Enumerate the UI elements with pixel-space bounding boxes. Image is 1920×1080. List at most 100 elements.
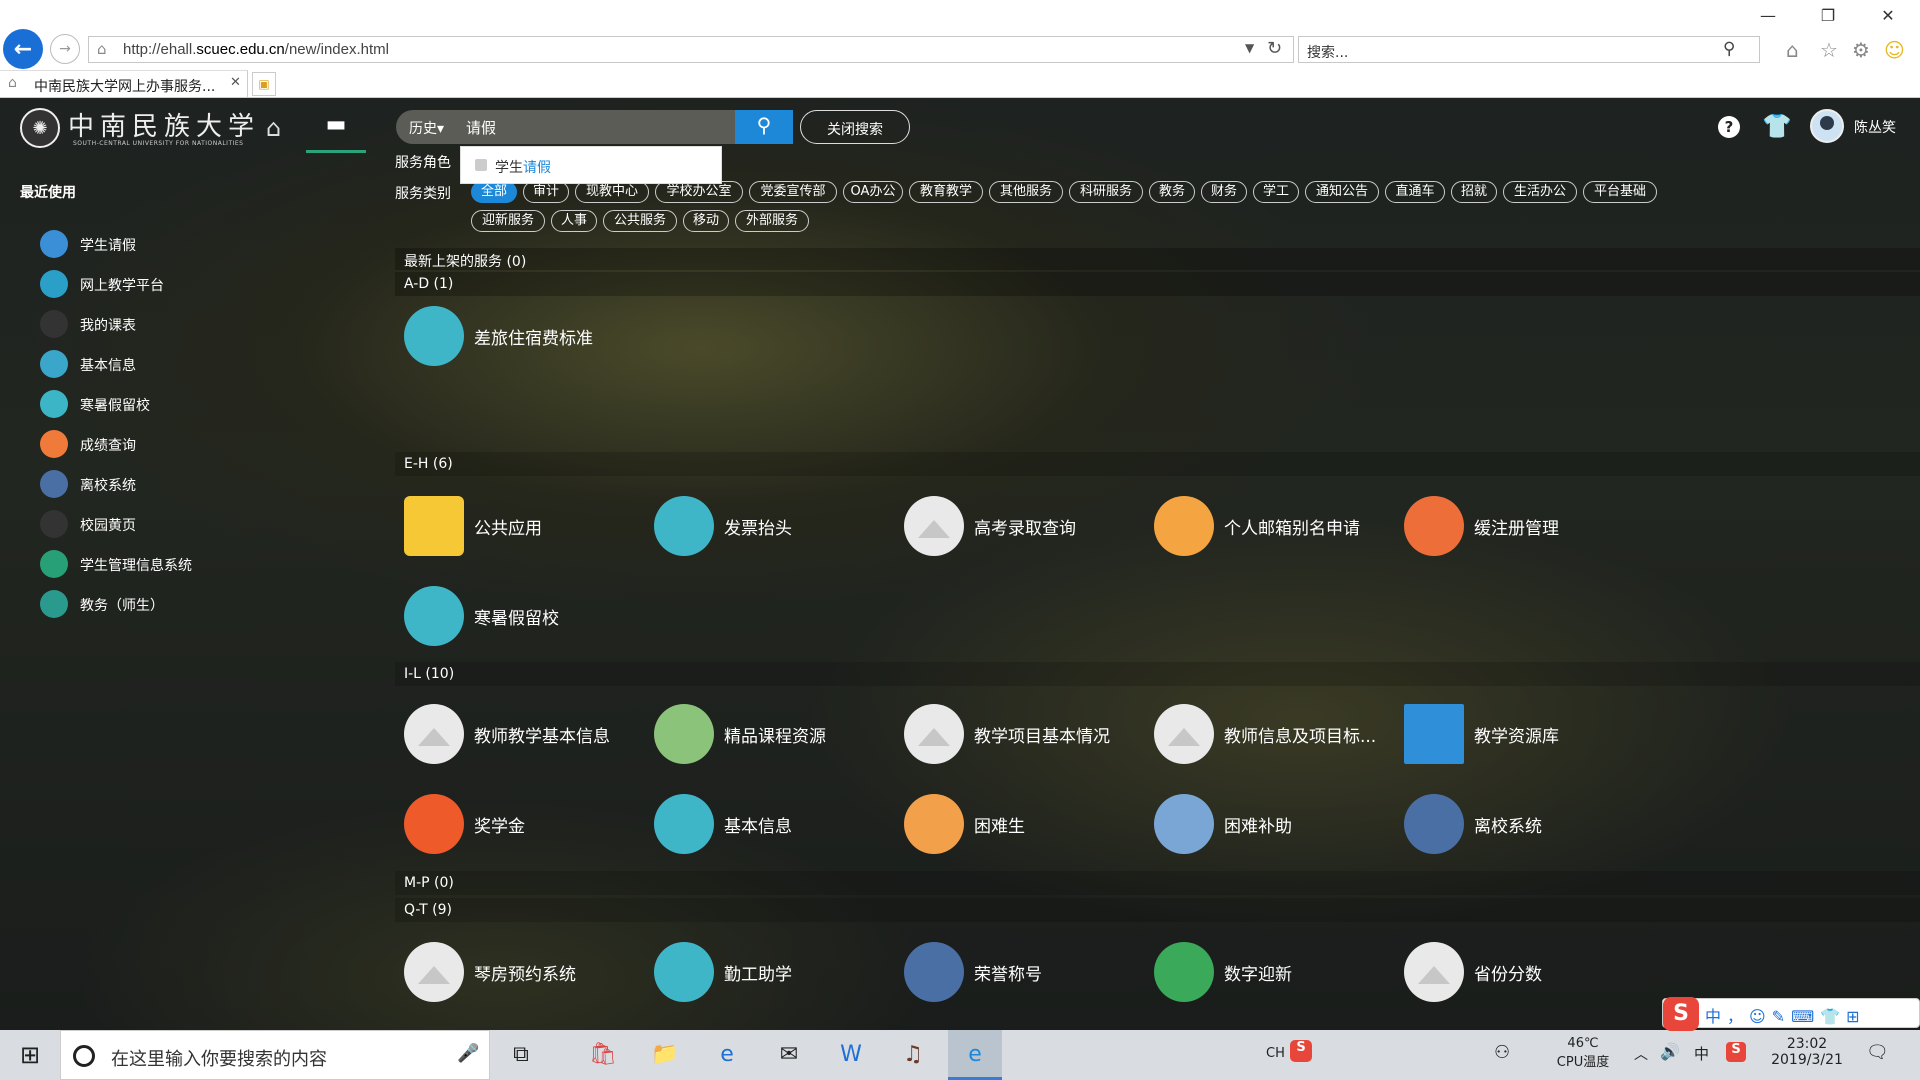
new-tab-icon[interactable]: ▣ [252, 72, 276, 96]
theme-shirt-icon[interactable]: 👕 [1762, 112, 1792, 140]
browser-tab[interactable]: ⌂ 中南民族大学网上办事服务... ✕ [0, 70, 248, 98]
notification-icon[interactable]: 🗨 [1866, 1042, 1889, 1063]
forward-button[interactable]: → [50, 34, 80, 64]
ime-lang[interactable]: 中 [1694, 1043, 1709, 1064]
people-icon[interactable]: ⚇ [1494, 1042, 1510, 1063]
sidebar-item[interactable]: 教务（师生） [40, 588, 360, 620]
sogou-tray-icon[interactable]: S [1290, 1040, 1312, 1062]
clock[interactable]: 23:02 2019/3/21 [1762, 1036, 1852, 1068]
sidebar-item[interactable]: 网上教学平台 [40, 268, 360, 300]
service-tile[interactable]: 缓注册管理 [1404, 494, 1644, 558]
service-tile[interactable]: 琴房预约系统 [404, 940, 644, 1004]
filter-pill[interactable]: 公共服务 [603, 210, 677, 232]
filter-pill[interactable]: 其他服务 [989, 181, 1063, 203]
university-logo-icon[interactable]: ✺ [20, 108, 60, 148]
filter-pill[interactable]: 外部服务 [735, 210, 809, 232]
university-name[interactable]: 中南民族大学 [68, 106, 260, 143]
ime-toolbar[interactable]: S 中，☺✎⌨👕⊞ [1662, 997, 1920, 1031]
filter-pill[interactable]: OA办公 [843, 181, 903, 203]
wps-icon[interactable]: W [824, 1030, 878, 1080]
service-tile[interactable]: 数字迎新 [1154, 940, 1394, 1004]
filter-pill[interactable]: 移动 [683, 210, 729, 232]
filter-pill[interactable]: 招就 [1451, 181, 1497, 203]
filter-pill[interactable]: 审计 [523, 181, 569, 203]
service-tile[interactable]: 困难补助 [1154, 792, 1394, 856]
filter-pill[interactable]: 生活办公 [1503, 181, 1577, 203]
sidebar-item[interactable]: 基本信息 [40, 348, 360, 380]
service-tile[interactable]: 教学资源库 [1404, 702, 1644, 766]
username[interactable]: 陈丛笑 [1854, 117, 1896, 137]
service-tile[interactable]: 发票抬头 [654, 494, 894, 558]
filter-pill[interactable]: 科研服务 [1069, 181, 1143, 203]
service-tile[interactable]: 教师教学基本信息 [404, 702, 644, 766]
filter-pill[interactable]: 党委宣传部 [749, 181, 837, 203]
service-tile[interactable]: 教学项目基本情况 [904, 702, 1144, 766]
nav-desktop-icon[interactable]: ▬ [318, 112, 354, 142]
filter-pill[interactable]: 通知公告 [1305, 181, 1379, 203]
history-dropdown[interactable]: 历史▾ [396, 110, 456, 144]
close-search-button[interactable]: 关闭搜索 [800, 110, 910, 144]
service-tile[interactable]: 奖学金 [404, 792, 644, 856]
taskbar-search-input[interactable]: 在这里输入你要搜索的内容 🎤 [60, 1030, 490, 1080]
filter-pill[interactable]: 教育教学 [909, 181, 983, 203]
search-suggestion[interactable]: 学生请假 [460, 146, 722, 184]
restore-icon[interactable]: ❐ [1808, 6, 1848, 25]
avatar[interactable] [1810, 109, 1844, 143]
windows-start-icon[interactable]: ⊞ [0, 1030, 60, 1080]
sidebar-item[interactable]: 成绩查询 [40, 428, 360, 460]
service-tile[interactable]: 离校系统 [1404, 792, 1644, 856]
service-tile[interactable]: 精品课程资源 [654, 702, 894, 766]
filter-pill[interactable]: 教务 [1149, 181, 1195, 203]
sidebar-item[interactable]: 我的课表 [40, 308, 360, 340]
mail-icon[interactable]: ✉ [762, 1030, 816, 1080]
filter-pill[interactable]: 学校办公室 [655, 181, 743, 203]
filter-pill[interactable]: 现教中心 [575, 181, 649, 203]
back-button[interactable]: ← [3, 29, 43, 69]
settings-gear-icon[interactable]: ⚙ [1852, 38, 1870, 62]
service-tile[interactable]: 差旅住宿费标准 [404, 304, 644, 368]
tray-expand-icon[interactable]: ︿ [1634, 1044, 1648, 1064]
address-bar[interactable]: ⌂ http://ehall.scuec.edu.cn/new/index.ht… [88, 36, 1294, 63]
filter-pill[interactable]: 学工 [1253, 181, 1299, 203]
search-icon[interactable]: ⚲ [1723, 39, 1735, 59]
service-tile[interactable]: 公共应用 [404, 494, 644, 558]
browser-search-input[interactable]: 搜索... ⚲ [1298, 36, 1760, 63]
filter-pill[interactable]: 全部 [471, 181, 517, 203]
edge-icon[interactable]: e [700, 1030, 754, 1080]
sogou-ime-icon[interactable]: S [1663, 997, 1699, 1031]
service-tile[interactable]: 勤工助学 [654, 940, 894, 1004]
service-tile[interactable]: 个人邮箱别名申请 [1154, 494, 1394, 558]
tab-close-icon[interactable]: ✕ [230, 75, 241, 90]
filter-pill[interactable]: 人事 [551, 210, 597, 232]
filter-pill[interactable]: 迎新服务 [471, 210, 545, 232]
sidebar-item[interactable]: 离校系统 [40, 468, 360, 500]
service-tile[interactable]: 基本信息 [654, 792, 894, 856]
ie-icon[interactable]: e [948, 1030, 1002, 1080]
help-icon[interactable]: ? [1718, 116, 1740, 138]
media-app-icon[interactable]: ♫ [886, 1030, 940, 1080]
nav-home-icon[interactable]: ⌂ [266, 114, 281, 142]
sidebar-item[interactable]: 学生管理信息系统 [40, 548, 360, 580]
home-icon[interactable]: ⌂ [1786, 38, 1799, 62]
store-icon[interactable]: 🛍 [576, 1030, 630, 1080]
close-window-icon[interactable]: ✕ [1868, 6, 1908, 25]
minimize-icon[interactable]: — [1748, 6, 1788, 25]
file-explorer-icon[interactable]: 📁 [638, 1030, 692, 1080]
search-button[interactable]: ⚲ [735, 110, 793, 144]
lang-indicator[interactable]: CH [1266, 1046, 1285, 1061]
refresh-icon[interactable]: ↻ [1267, 38, 1282, 59]
service-search-input[interactable]: 请假 [456, 110, 735, 144]
dropdown-icon[interactable]: ▼ [1245, 41, 1254, 55]
favorites-star-icon[interactable]: ☆ [1820, 38, 1838, 62]
sogou-icon[interactable]: S [1726, 1042, 1746, 1062]
filter-pill[interactable]: 财务 [1201, 181, 1247, 203]
microphone-icon[interactable]: 🎤 [457, 1043, 479, 1064]
service-tile[interactable]: 教师信息及项目标... [1154, 702, 1394, 766]
service-tile[interactable]: 困难生 [904, 792, 1144, 856]
task-view-icon[interactable]: ⧉ [494, 1030, 548, 1080]
filter-pill[interactable]: 直通车 [1385, 181, 1445, 203]
smiley-icon[interactable]: ☺ [1884, 38, 1905, 62]
sidebar-item[interactable]: 学生请假 [40, 228, 360, 260]
service-tile[interactable]: 寒暑假留校 [404, 584, 644, 648]
sidebar-item[interactable]: 寒暑假留校 [40, 388, 360, 420]
